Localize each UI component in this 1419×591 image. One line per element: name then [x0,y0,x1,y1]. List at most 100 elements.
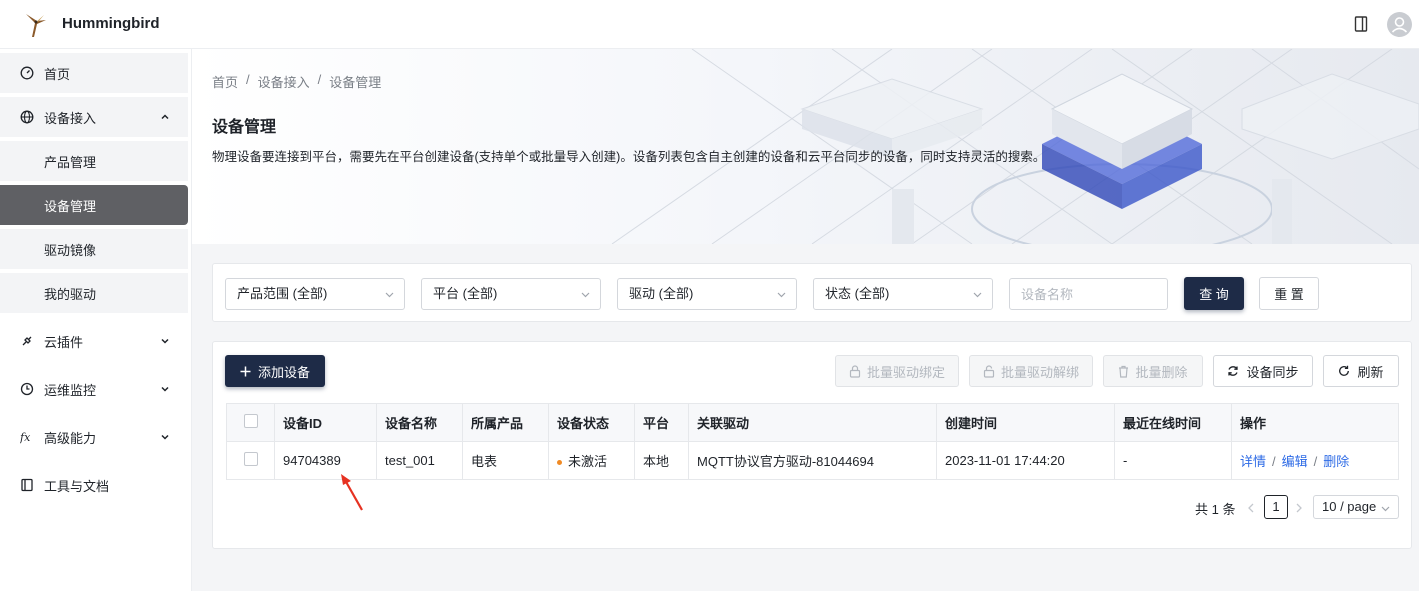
page-description: 物理设备要连接到平台，需要先在平台创建设备(支持单个或批量导入创建)。设备列表包… [212,150,1046,164]
column-header: 平台 [634,403,689,442]
breadcrumb: 首页 / 设备接入 / 设备管理 [212,72,381,91]
batch-unbind-driver-label: 批量驱动解绑 [1000,364,1079,380]
page-title: 设备管理 [212,119,277,136]
sidebar-item-label: 驱动镜像 [44,242,97,258]
sidebar-item-label: 设备管理 [44,198,97,214]
sidebar-item-label: 运维监控 [44,382,97,398]
next-page-icon[interactable] [1295,502,1303,514]
user-icon [1391,17,1408,33]
chevron-down-icon [161,386,169,392]
sidebar-item-device-management[interactable]: 设备管理 [0,185,188,225]
sidebar-item-my-drivers[interactable]: 我的驱动 [0,273,188,313]
lock-icon [849,364,861,378]
fx-icon: fx [20,431,31,444]
globe-icon [20,110,34,124]
page-size-select[interactable]: 10 / page [1313,495,1399,519]
prev-page-icon[interactable] [1247,502,1255,514]
column-header: 设备ID [274,403,377,442]
edit-link[interactable]: 编辑 [1282,454,1308,469]
status-dot [557,460,562,466]
product-scope-select[interactable]: 产品范围 (全部) [225,278,405,310]
delete-link[interactable]: 删除 [1323,454,1349,469]
refresh-button[interactable]: 刷新 [1323,355,1399,387]
sidebar-item-product-management[interactable]: 产品管理 [0,141,188,181]
top-bar: Hummingbird [0,0,1419,49]
chevron-down-icon [385,292,394,298]
app-title: Hummingbird [62,15,160,32]
device-sync-button[interactable]: 设备同步 [1213,355,1313,387]
breadcrumb-home[interactable]: 首页 [212,72,238,91]
batch-delete-button[interactable]: 批量删除 [1103,355,1203,387]
breadcrumb-device-access[interactable]: 设备接入 [258,72,310,91]
status-select[interactable]: 状态 (全部) [813,278,993,310]
reset-button[interactable]: 重 置 [1259,277,1319,310]
batch-unbind-driver-button[interactable]: 批量驱动解绑 [969,355,1093,387]
row-checkbox[interactable] [243,452,258,466]
platform-select[interactable]: 平台 (全部) [421,278,601,310]
sidebar-item-ops-monitoring[interactable]: 运维监控 [0,369,188,409]
book-icon [21,478,33,492]
chevron-down-icon [161,338,169,344]
batch-bind-driver-label: 批量驱动绑定 [866,364,945,380]
action-separator: / [1313,454,1318,469]
page-number-current[interactable]: 1 [1264,495,1288,519]
document-icon[interactable] [1354,16,1368,32]
device-name-cell: test_001 [376,441,463,480]
annotation-arrow-icon [341,474,363,511]
sidebar-item-home[interactable]: 首页 [0,53,188,93]
driver-select[interactable]: 驱动 (全部) [617,278,797,310]
driver-cell: MQTT协议官方驱动-81044694 [688,441,937,480]
sidebar-item-driver-images[interactable]: 驱动镜像 [0,229,188,269]
plus-icon [240,366,251,376]
refresh-label: 刷新 [1357,364,1384,380]
sidebar: 首页 设备接入 产品管理 设备管理 驱动镜像 我的驱动 云插件 运维监控 fx … [0,49,192,591]
status-cell: 未激活 [548,441,635,480]
column-header: 设备名称 [376,403,463,442]
device-table-card: 添加设备 批量驱动绑定 批量驱动解绑 批量删除 设备同步 刷新 设备ID 设备名… [212,341,1412,549]
query-button[interactable]: 查 询 [1184,277,1244,310]
sidebar-item-device-access[interactable]: 设备接入 [0,97,188,137]
platform-value: 平台 (全部) [433,286,498,301]
hummingbird-logo-icon [26,14,46,37]
device-name-input[interactable] [1009,278,1168,310]
chevron-down-icon [777,292,786,298]
batch-delete-label: 批量删除 [1135,364,1188,380]
column-header: 关联驱动 [688,403,937,442]
status-value: 状态 (全部) [825,286,890,301]
trash-icon [1119,365,1129,378]
sidebar-item-label: 首页 [44,66,71,82]
user-avatar[interactable] [1387,12,1412,37]
sidebar-item-label: 设备接入 [44,110,97,126]
column-header: 创建时间 [936,403,1115,442]
column-header: 操作 [1231,403,1399,442]
sidebar-item-label: 高级能力 [44,430,97,446]
details-link[interactable]: 详情 [1240,454,1266,469]
svg-text:fx: fx [20,431,31,444]
sidebar-item-label: 产品管理 [44,154,97,170]
chevron-down-icon [973,292,982,298]
status-text: 未激活 [568,454,608,469]
chevron-up-icon [161,114,169,120]
breadcrumb-separator: / [246,72,250,87]
sidebar-item-label: 工具与文档 [44,478,110,494]
select-all-checkbox[interactable] [243,414,258,428]
batch-bind-driver-button[interactable]: 批量驱动绑定 [835,355,959,387]
sidebar-item-tools-docs[interactable]: 工具与文档 [0,465,188,505]
add-device-button[interactable]: 添加设备 [225,355,325,387]
table-row: 94704389 test_001 电表 未激活 本地 MQTT协议官方驱动-8… [226,441,1399,480]
monitor-icon [20,382,34,396]
actions-cell: 详情 / 编辑 / 删除 [1231,441,1399,480]
refresh-icon [1339,365,1350,376]
breadcrumb-current: 设备管理 [329,75,382,90]
total-count: 共 1 条 [1195,502,1236,517]
table-header-row: 设备ID 设备名称 所属产品 设备状态 平台 关联驱动 创建时间 最近在线时间 … [226,403,1399,442]
add-device-label: 添加设备 [257,364,310,380]
sync-icon [1228,366,1239,376]
sidebar-item-advanced[interactable]: fx 高级能力 [0,417,188,457]
plugin-icon [22,336,32,346]
sidebar-item-cloud-plugins[interactable]: 云插件 [0,321,188,361]
dashboard-icon [20,66,34,80]
column-header: 最近在线时间 [1114,403,1232,442]
platform-cell: 本地 [634,441,689,480]
created-time-cell: 2023-11-01 17:44:20 [936,441,1115,480]
